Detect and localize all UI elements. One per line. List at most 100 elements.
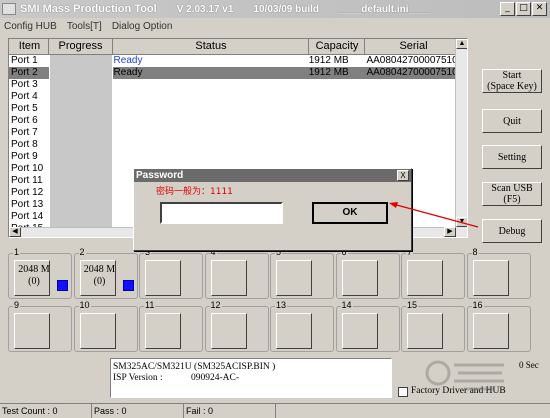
port-slot[interactable]: 3 — [139, 247, 203, 299]
column-header-serial[interactable]: Serial — [365, 39, 460, 54]
slot-button[interactable] — [341, 313, 378, 349]
slot-button[interactable] — [407, 313, 443, 349]
port-slot[interactable]: 9 — [8, 300, 72, 352]
port-slot[interactable]: 14 — [335, 300, 400, 352]
start-button[interactable]: Start (Space Key) — [482, 69, 542, 93]
table-row[interactable]: Port 8 — [9, 139, 467, 151]
table-row[interactable]: Port 3 — [9, 79, 467, 91]
slot-button[interactable] — [145, 260, 181, 296]
menu-tools[interactable]: Tools[T] — [67, 21, 102, 32]
maximize-button[interactable]: □ — [516, 2, 531, 16]
port-name: Port 11 — [11, 175, 43, 186]
port-status — [113, 103, 308, 115]
port-name: Port 7 — [11, 127, 38, 138]
minimize-button[interactable]: _ — [500, 2, 515, 16]
password-input[interactable] — [160, 202, 283, 224]
slot-button[interactable] — [276, 260, 312, 296]
table-row[interactable]: Port 5 — [9, 103, 467, 115]
column-header-capacity[interactable]: Capacity — [309, 39, 365, 54]
slot-button[interactable] — [341, 260, 378, 296]
port-slot[interactable]: 2 2048 M (0) — [73, 247, 138, 299]
progress-bar — [48, 103, 113, 115]
column-header-progress[interactable]: Progress — [49, 39, 113, 54]
slot-button[interactable] — [210, 313, 247, 349]
menu-config-hub[interactable]: Config HUB — [4, 21, 57, 32]
slot-button[interactable] — [79, 313, 116, 349]
port-slot[interactable]: 6 — [335, 247, 400, 299]
table-row[interactable]: Port 4 — [9, 91, 467, 103]
factory-driver-checkbox[interactable] — [398, 387, 408, 397]
ok-button[interactable]: OK — [312, 202, 388, 224]
column-header-status[interactable]: Status — [113, 39, 309, 54]
port-status — [113, 127, 308, 139]
scroll-up-arrow-icon[interactable]: ▲ — [456, 39, 467, 49]
port-slot[interactable]: 12 — [204, 300, 269, 352]
table-row[interactable]: Port 1Ready1912 MBAA080427000075100 — [9, 55, 467, 67]
port-slot[interactable]: 10 — [73, 300, 138, 352]
slot-button[interactable] — [407, 260, 443, 296]
slot-button[interactable] — [276, 313, 312, 349]
port-slot[interactable]: 8 — [466, 247, 531, 299]
scroll-right-arrow-icon[interactable]: ▶ — [444, 227, 456, 237]
port-capacity: 1912 MB — [308, 55, 349, 66]
port-name: Port 12 — [11, 187, 44, 198]
slot-number: 9 — [13, 300, 21, 310]
scroll-left-arrow-icon[interactable]: ◀ — [9, 227, 21, 237]
port-slot[interactable]: 15 — [401, 300, 465, 352]
table-row[interactable]: Port 2Ready1912 MBAA080427000075100 — [9, 67, 467, 79]
port-capacity — [308, 115, 364, 127]
title-bar: SMI Mass Production Tool V 2.03.17 v1 10… — [0, 0, 550, 18]
table-row[interactable]: Port 9 — [9, 151, 467, 163]
status-test-count: Test Count : 0 — [0, 404, 92, 418]
slot-status-led-icon — [122, 280, 134, 291]
table-row[interactable]: Port 7 — [9, 127, 467, 139]
scroll-down-arrow-icon[interactable]: ▼ — [456, 217, 467, 227]
firmware-info-box: SM325AC/SM321U (SM325ACISP.BIN ) ISP Ver… — [110, 358, 392, 398]
port-name: Port 6 — [11, 115, 38, 126]
port-slot[interactable]: 4 — [204, 247, 269, 299]
column-header-item[interactable]: Item — [9, 39, 49, 54]
progress-bar — [48, 115, 113, 127]
port-capacity — [308, 103, 364, 115]
port-name: Port 13 — [11, 199, 44, 210]
slot-button[interactable] — [472, 313, 509, 349]
port-slot[interactable]: 5 — [270, 247, 334, 299]
port-name: Port 2 — [11, 67, 38, 78]
quit-button[interactable]: Quit — [482, 109, 542, 133]
slot-button[interactable] — [472, 260, 509, 296]
port-name: Port 8 — [11, 139, 38, 150]
close-button[interactable]: ✕ — [532, 2, 547, 16]
port-status: Ready — [113, 67, 143, 78]
port-slot[interactable]: 16 — [466, 300, 531, 352]
port-slot[interactable]: 7 — [401, 247, 465, 299]
window-title: SMI Mass Production Tool — [20, 3, 157, 15]
slot-button[interactable] — [14, 313, 50, 349]
table-row[interactable]: Port 6 — [9, 115, 467, 127]
progress-bar — [48, 55, 113, 67]
watermark-logo-icon — [425, 360, 504, 391]
grid-vertical-scrollbar[interactable]: ▲ ▼ — [455, 39, 467, 237]
port-slot[interactable]: 13 — [270, 300, 334, 352]
elapsed-time: 0 Sec — [519, 360, 539, 370]
menu-dialog-option[interactable]: Dialog Option — [112, 21, 173, 32]
scan-usb-button-shortcut: (F5) — [503, 194, 521, 205]
debug-button[interactable]: Debug — [482, 219, 542, 243]
slot-button[interactable] — [210, 260, 247, 296]
port-status — [113, 79, 308, 91]
dialog-title: Password — [134, 169, 411, 182]
progress-bar — [48, 67, 113, 79]
port-status — [113, 91, 308, 103]
port-serial — [363, 139, 458, 151]
setting-button[interactable]: Setting — [482, 145, 542, 169]
isp-version-label: ISP Version : — [113, 373, 163, 383]
port-slot[interactable]: 11 — [139, 300, 203, 352]
port-slot[interactable]: 1 2048 M (0) — [8, 247, 72, 299]
port-serial — [363, 91, 458, 103]
scan-usb-button[interactable]: Scan USB (F5) — [482, 182, 542, 206]
port-serial — [363, 115, 458, 127]
port-name: Port 3 — [11, 79, 38, 90]
port-name: Port 10 — [11, 163, 44, 174]
port-capacity — [308, 151, 364, 163]
dialog-close-icon[interactable]: X — [397, 170, 409, 181]
slot-button[interactable] — [145, 313, 181, 349]
